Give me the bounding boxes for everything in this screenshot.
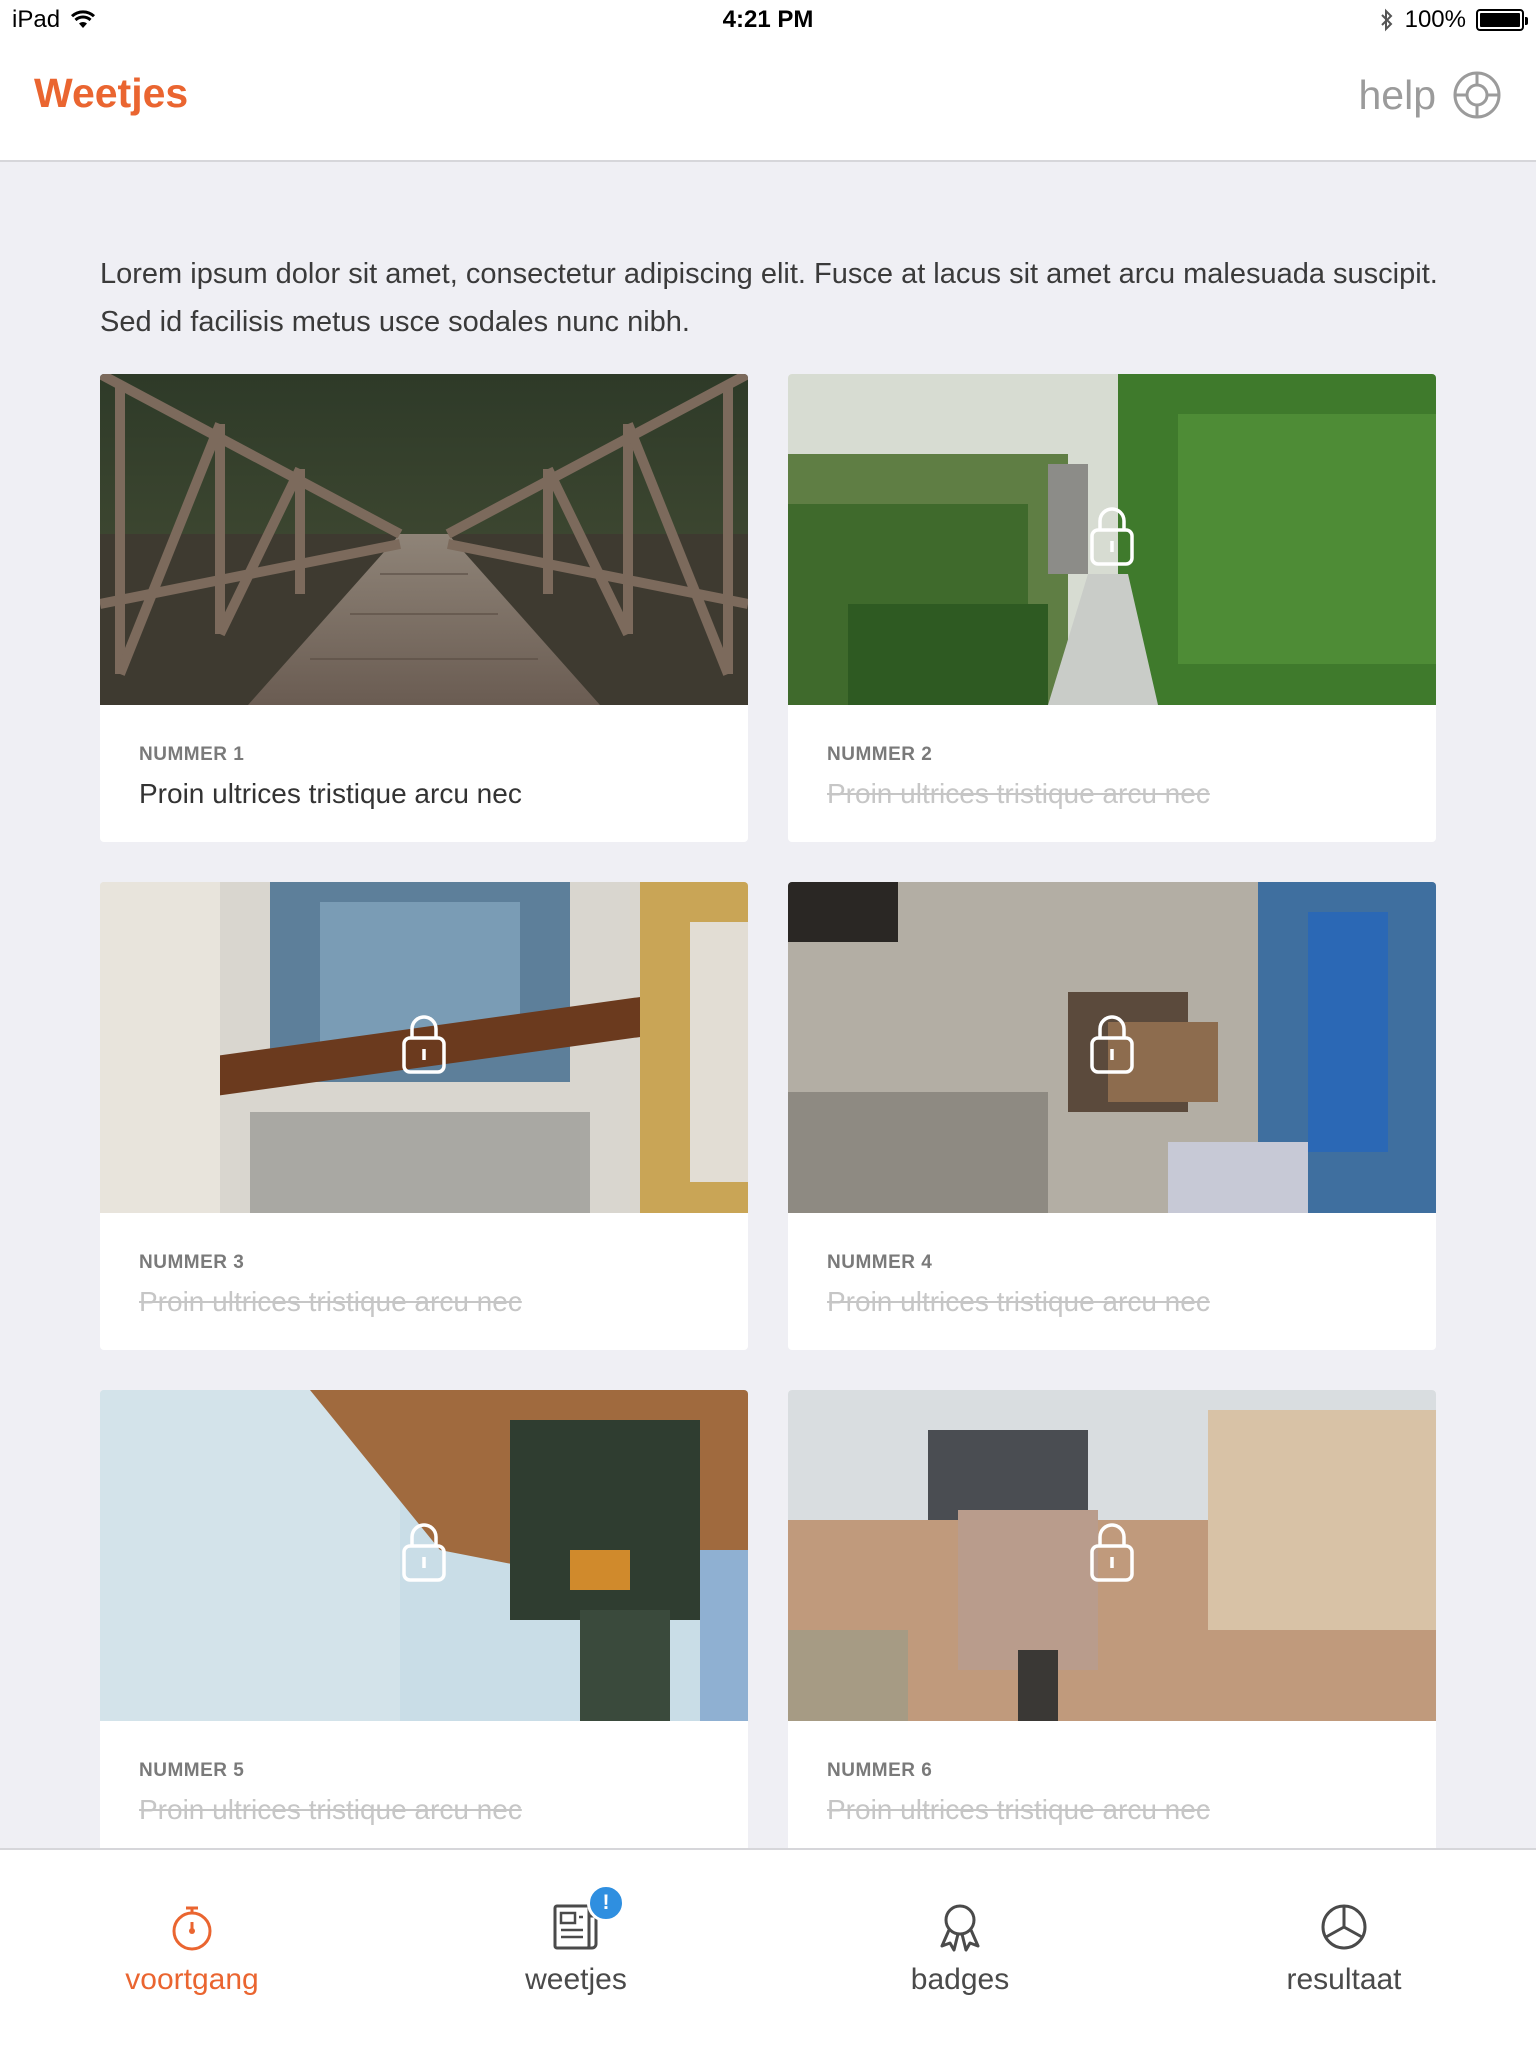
card-number: NUMMER 4	[827, 1252, 933, 1273]
pie-chart-icon	[1321, 1904, 1367, 1950]
card-title: Proin ultrices tristique arcu nec	[827, 778, 1210, 809]
card-item[interactable]: NUMMER 3 Proin ultrices tristique arcu n…	[100, 882, 748, 1350]
card-number: NUMMER 2	[827, 744, 933, 765]
stopwatch-icon	[172, 1906, 212, 1951]
status-time: 4:21 PM	[722, 6, 814, 33]
award-ribbon-icon	[940, 1904, 980, 1952]
card-item[interactable]: NUMMER 1 Proin ultrices tristique arcu n…	[100, 374, 748, 842]
card-image-hedge-path	[788, 374, 1436, 705]
card-number: NUMMER 6	[827, 1760, 933, 1781]
card-item[interactable]: NUMMER 4 Proin ultrices tristique arcu n…	[788, 882, 1436, 1350]
card-item[interactable]: NUMMER 6 Proin ultrices tristique arcu n…	[788, 1390, 1436, 1858]
lock-icon	[402, 1523, 446, 1582]
card-item[interactable]: NUMMER 2 Proin ultrices tristique arcu n…	[788, 374, 1436, 842]
lock-icon	[402, 1015, 446, 1074]
card-number: NUMMER 3	[139, 1252, 245, 1273]
card-image-pixelated-person	[788, 1390, 1436, 1721]
card-image-bridge	[100, 374, 748, 705]
tab-weetjes[interactable]: ! weetjes	[384, 1850, 768, 2048]
card-title: Proin ultrices tristique arcu nec	[139, 1286, 522, 1317]
card-number: NUMMER 1	[139, 744, 245, 765]
help-button[interactable]: help	[1358, 70, 1502, 120]
card-image-pixelated-animal	[788, 882, 1436, 1213]
card-title: Proin ultrices tristique arcu nec	[139, 778, 522, 809]
lock-icon	[1090, 1523, 1134, 1582]
page-title: Weetjes	[34, 70, 189, 116]
help-label: help	[1358, 71, 1436, 118]
lock-icon	[1090, 1015, 1134, 1074]
tab-label: badges	[910, 1963, 1010, 1996]
card-image-pixelated-structure	[100, 882, 748, 1213]
card-title: Proin ultrices tristique arcu nec	[827, 1286, 1210, 1317]
status-bar: iPad 4:21 PM 100%	[0, 0, 1536, 40]
card-title: Proin ultrices tristique arcu nec	[827, 1794, 1210, 1825]
navigation-bar: Weetjes help	[0, 40, 1536, 162]
lifebuoy-icon	[1453, 71, 1501, 119]
card-image-pixelated-balloon	[100, 1390, 748, 1721]
bluetooth-icon	[1380, 8, 1393, 32]
battery-percent: 100%	[1404, 6, 1466, 33]
notification-badge: !	[587, 1884, 625, 1922]
status-right: 100%	[1379, 6, 1528, 34]
tab-label: resultaat	[1286, 1963, 1402, 1996]
tab-resultaat[interactable]: resultaat	[1152, 1850, 1536, 2048]
tab-bar: voortgang ! weetjes badges resultaat	[0, 1848, 1536, 2048]
tab-label: weetjes	[525, 1963, 627, 1996]
battery-icon	[1476, 9, 1528, 31]
tab-badges[interactable]: badges	[768, 1850, 1152, 2048]
tab-voortgang[interactable]: voortgang	[0, 1850, 384, 2048]
card-title: Proin ultrices tristique arcu nec	[139, 1794, 522, 1825]
lock-icon	[1090, 507, 1134, 566]
tab-label: voortgang	[125, 1963, 259, 1996]
card-number: NUMMER 5	[139, 1760, 245, 1781]
intro-text: Lorem ipsum dolor sit amet, consectetur …	[100, 258, 1438, 338]
card-item[interactable]: NUMMER 5 Proin ultrices tristique arcu n…	[100, 1390, 748, 1858]
